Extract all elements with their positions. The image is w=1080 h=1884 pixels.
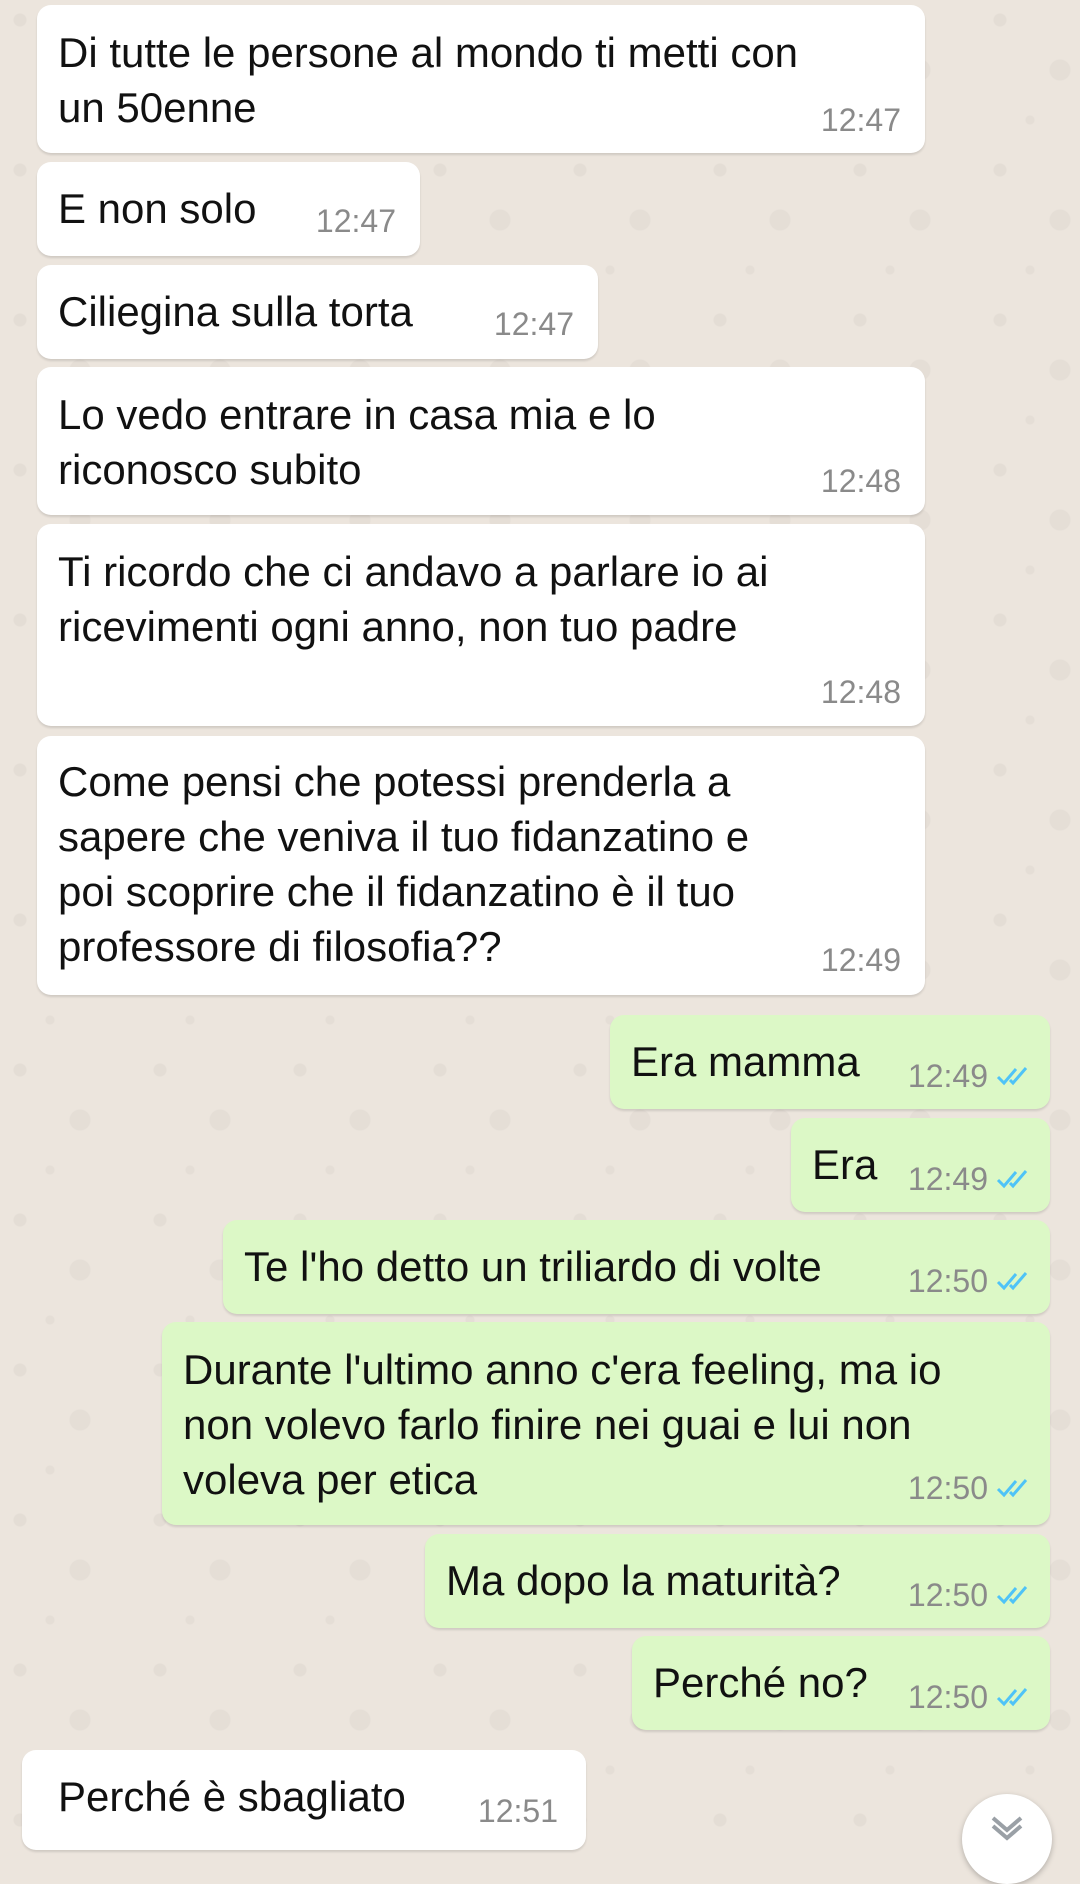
message-text: Come pensi che potessi prenderla a saper… xyxy=(58,758,750,970)
message-list[interactable]: Di tutte le persone al mondo ti metti co… xyxy=(0,0,1080,1850)
message-time: 12:47 xyxy=(493,306,574,342)
message-time: 12:50 xyxy=(907,1263,988,1299)
double-check-icon xyxy=(996,1272,1028,1291)
message-outgoing[interactable]: Era 12:49 xyxy=(791,1118,1050,1212)
message-text: Ma dopo la maturità? xyxy=(446,1557,841,1604)
message-time: 12:49 xyxy=(907,1058,988,1094)
message-text: Durante l'ultimo anno c'era feeling, ma … xyxy=(183,1346,942,1503)
message-meta: 12:50 xyxy=(908,1472,1034,1504)
message-incoming[interactable]: Perché è sbagliato 12:51 xyxy=(22,1750,586,1850)
message-meta: 12:49 xyxy=(908,1060,1034,1092)
message-time: 12:50 xyxy=(907,1577,988,1613)
message-text: Perché no? xyxy=(653,1659,868,1706)
message-incoming[interactable]: Ciliegina sulla torta 12:47 xyxy=(37,265,598,359)
message-incoming[interactable]: E non solo 12:47 xyxy=(37,162,420,256)
message-text: Era mamma xyxy=(631,1038,860,1085)
message-time: 12:50 xyxy=(907,1679,988,1715)
message-text: Te l'ho detto un triliardo di volte xyxy=(244,1243,822,1290)
message-incoming[interactable]: Lo vedo entrare in casa mia e lo riconos… xyxy=(37,367,925,515)
message-text: Lo vedo entrare in casa mia e lo riconos… xyxy=(58,391,656,493)
message-text: Ciliegina sulla torta xyxy=(58,288,413,335)
message-text: Era xyxy=(812,1141,878,1188)
message-text: E non solo xyxy=(58,185,257,232)
message-meta: 12:48 xyxy=(821,676,901,708)
message-outgoing[interactable]: Era mamma 12:49 xyxy=(610,1015,1050,1109)
message-text: Ti ricordo che ci andavo a parlare io ai… xyxy=(58,548,769,650)
message-time: 12:51 xyxy=(477,1793,558,1829)
message-time: 12:47 xyxy=(820,102,901,138)
double-check-icon xyxy=(996,1170,1028,1189)
message-time: 12:48 xyxy=(820,463,901,499)
message-meta: 12:47 xyxy=(316,205,396,237)
double-check-icon xyxy=(996,1479,1028,1498)
message-text: Di tutte le persone al mondo ti metti co… xyxy=(58,29,799,131)
double-check-icon xyxy=(996,1688,1028,1707)
message-time: 12:47 xyxy=(315,203,396,239)
message-incoming[interactable]: Come pensi che potessi prenderla a saper… xyxy=(37,736,925,995)
message-meta: 12:50 xyxy=(908,1265,1034,1297)
message-outgoing[interactable]: Ma dopo la maturità? 12:50 xyxy=(425,1534,1050,1628)
message-meta: 12:49 xyxy=(821,944,901,976)
message-text: Perché è sbagliato xyxy=(58,1773,406,1820)
message-time: 12:50 xyxy=(907,1470,988,1506)
double-check-icon xyxy=(996,1067,1028,1086)
message-time: 12:49 xyxy=(907,1161,988,1197)
message-meta: 12:50 xyxy=(908,1681,1034,1713)
message-outgoing[interactable]: Durante l'ultimo anno c'era feeling, ma … xyxy=(162,1322,1050,1525)
message-incoming[interactable]: Di tutte le persone al mondo ti metti co… xyxy=(37,5,925,153)
message-meta: 12:50 xyxy=(908,1579,1034,1611)
message-meta: 12:47 xyxy=(494,308,574,340)
message-meta: 12:48 xyxy=(821,465,901,497)
double-check-icon xyxy=(996,1586,1028,1605)
message-meta: 12:49 xyxy=(908,1163,1034,1195)
chevron-down-icon xyxy=(991,1816,1023,1841)
message-meta: 12:47 xyxy=(821,104,901,136)
message-outgoing[interactable]: Perché no? 12:50 xyxy=(632,1636,1050,1730)
scroll-to-bottom-button[interactable] xyxy=(962,1794,1052,1884)
message-meta: 12:51 xyxy=(478,1795,558,1827)
message-time: 12:48 xyxy=(820,674,901,710)
message-time: 12:49 xyxy=(820,942,901,978)
message-outgoing[interactable]: Te l'ho detto un triliardo di volte 12:5… xyxy=(223,1220,1050,1314)
message-incoming[interactable]: Ti ricordo che ci andavo a parlare io ai… xyxy=(37,524,925,726)
